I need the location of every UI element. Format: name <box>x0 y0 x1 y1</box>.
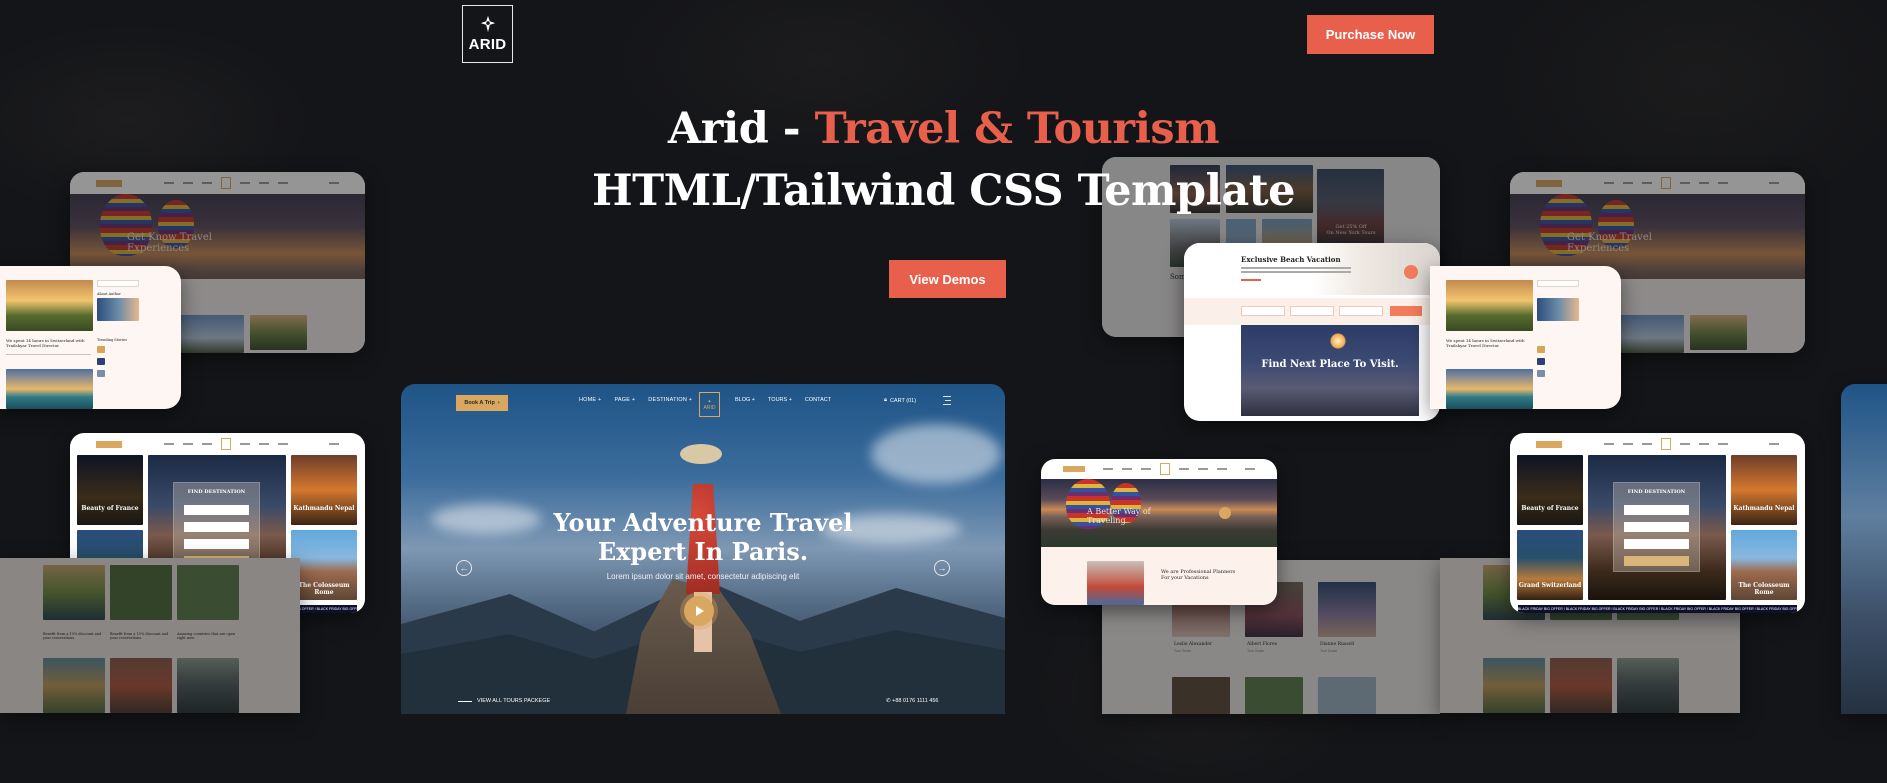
where-field[interactable] <box>1241 306 1285 316</box>
view-demos-button[interactable]: View Demos <box>889 260 1006 298</box>
nav-home[interactable]: HOME + <box>579 397 601 403</box>
trending-heading: Trending Stories <box>97 338 127 342</box>
hero-logo[interactable]: ✦ ARID <box>699 392 720 417</box>
page-title: Arid - Travel & Tourism <box>667 104 1220 154</box>
cart-button[interactable]: 🔒︎ CART (01) <box>884 397 916 404</box>
about-author-heading: About Author <box>97 292 121 296</box>
hero-nav-left: HOME + PAGE + DESTINATION + <box>579 397 692 403</box>
planners-about-title: We are Professional Planners For your Vac… <box>1161 569 1236 581</box>
beach-photo: Find Next Place To Visit. <box>1241 325 1419 416</box>
demo-preview-planners[interactable]: A Better Way of Traveling We are Professi… <box>1041 459 1277 605</box>
page-subtitle: HTML/Tailwind CSS Template <box>592 166 1296 216</box>
book-a-trip-button[interactable]: Book A Trip › <box>456 395 508 411</box>
arid-logo[interactable]: ARID <box>462 5 513 63</box>
planners-hero-title: A Better Way of Traveling <box>1087 507 1151 525</box>
preview-hero-title: Get Know Travel Experiences <box>127 232 212 254</box>
hero-subtitle: Lorem ipsum dolor sit amet, consectetur … <box>606 572 800 581</box>
hero-nav-right: BLOG + TOURS + CONTACT <box>735 397 831 403</box>
compass-logo-icon <box>480 15 495 33</box>
nav-destination[interactable]: DESTINATION + <box>648 397 692 403</box>
travel-type-field[interactable] <box>1339 306 1383 316</box>
nav-contact[interactable]: CONTACT <box>805 397 831 403</box>
play-video-button[interactable] <box>684 596 714 626</box>
demo-preview-hero-edge[interactable] <box>1841 384 1887 714</box>
book-now-badge[interactable] <box>1404 265 1418 279</box>
view-all-tours-link[interactable]: VIEW ALL TOURS PACKEGE <box>458 698 550 704</box>
logo-text: ARID <box>468 36 507 53</box>
demo-preview-blog-left[interactable]: We spent 14 hours in Switzerland with Tr… <box>0 266 181 409</box>
main-demo-hero[interactable]: Book A Trip › HOME + PAGE + DESTINATION +… <box>401 384 1005 714</box>
demo-preview-destinations-right[interactable]: Beauty of France Grand Switzerland FIND … <box>1510 433 1805 613</box>
demo-preview-posts-left[interactable]: Benefit from a 15% discount and your res… <box>0 558 300 713</box>
landing-stage: ARID Purchase Now Get Know Travel Experie… <box>0 0 1887 783</box>
tile-rome[interactable]: The Colosseum Rome <box>291 530 357 600</box>
next-arrow-icon[interactable]: → <box>934 560 950 576</box>
phone-number[interactable]: ✆ +88 0176 1111 456 <box>886 698 938 704</box>
nav-blog[interactable]: BLOG + <box>735 397 755 403</box>
prev-arrow-icon[interactable]: ← <box>456 560 472 576</box>
demo-preview-beach[interactable]: Exclusive Beach Vacation Find Next Place… <box>1184 243 1440 421</box>
tile-france[interactable]: Beauty of France <box>77 455 143 525</box>
tile-nepal[interactable]: Kathmandu Nepal <box>291 455 357 525</box>
nav-page[interactable]: PAGE + <box>614 397 635 403</box>
enquire-now-button[interactable] <box>1390 306 1422 316</box>
purchase-now-button[interactable]: Purchase Now <box>1307 15 1434 54</box>
beach-meta <box>1241 279 1261 281</box>
month-field[interactable] <box>1290 306 1334 316</box>
blog-post-title: We spent 14 hours in Switzerland with Tr… <box>6 338 85 348</box>
lock-bag-icon: 🔒︎ <box>884 397 887 403</box>
menu-icon[interactable] <box>943 396 951 405</box>
hero-title: Your Adventure Travel Expert In Paris. <box>553 508 853 566</box>
beach-title: Exclusive Beach Vacation <box>1241 255 1341 264</box>
demo-preview-blog-right[interactable]: We spent 14 hours in Switzerland with Tr… <box>1430 266 1621 409</box>
play-icon[interactable] <box>1219 507 1231 519</box>
nav-tours[interactable]: TOURS + <box>768 397 792 403</box>
